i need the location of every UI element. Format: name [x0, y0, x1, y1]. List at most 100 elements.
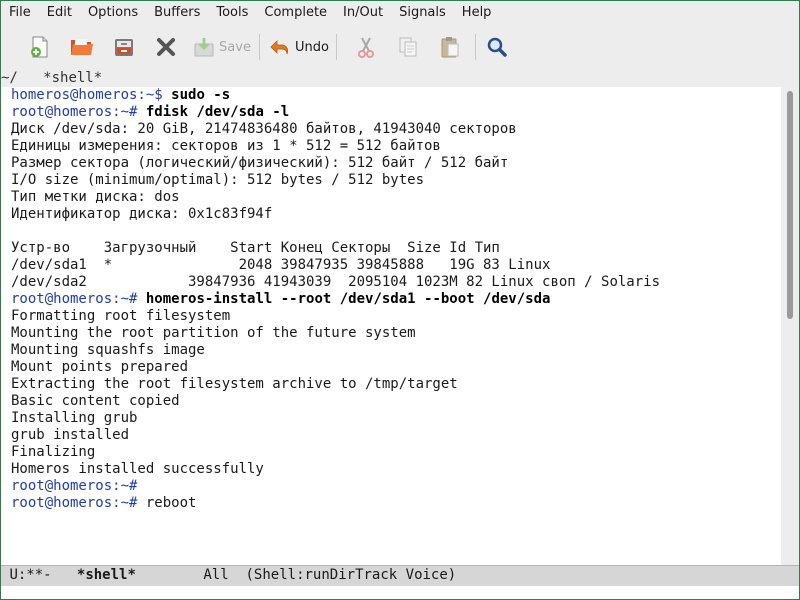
- output-text: /dev/sda2 39847936 41943039 2095104 1023…: [11, 274, 661, 290]
- output-text: Диск /dev/sda: 20 GiB, 21474836480 байто…: [11, 121, 517, 137]
- output-text: Basic content copied: [11, 393, 180, 409]
- open-file-button[interactable]: [67, 30, 97, 64]
- terminal-line: /dev/sda2 39847936 41943039 2095104 1023…: [11, 274, 660, 291]
- terminal-line: /dev/sda1 * 2048 39847935 39845888 19G 8…: [11, 257, 660, 274]
- close-buffer-button[interactable]: [151, 30, 181, 64]
- header-path: ~/: [1, 70, 18, 86]
- vertical-scrollbar[interactable]: [781, 87, 799, 565]
- emacs-window: File Edit Options Buffers Tools Complete…: [0, 0, 800, 600]
- terminal-line: I/O size (minimum/optimal): 512 bytes / …: [11, 172, 660, 189]
- menu-buffers[interactable]: Buffers: [146, 1, 208, 25]
- shell-command: sudo -s: [171, 87, 231, 103]
- terminal-line: Тип метки диска: dos: [11, 189, 660, 206]
- menu-help[interactable]: Help: [454, 1, 500, 25]
- terminal-line: Диск /dev/sda: 20 GiB, 21474836480 байто…: [11, 121, 660, 138]
- menu-edit[interactable]: Edit: [39, 1, 80, 25]
- save-label: Save: [219, 39, 251, 55]
- menu-file[interactable]: File: [1, 1, 39, 25]
- open-folder-icon: [69, 34, 95, 60]
- terminal-line: root@homeros:~# homeros-install --root /…: [11, 291, 660, 308]
- shell-prompt: homeros@homeros:~$: [11, 87, 163, 103]
- terminal-line: root@homeros:~# fdisk /dev/sda -l: [11, 104, 660, 121]
- terminal-line: Единицы измерения: секторов из 1 * 512 =…: [11, 138, 660, 155]
- copy-button[interactable]: [393, 30, 423, 64]
- menu-bar: File Edit Options Buffers Tools Complete…: [1, 1, 799, 25]
- close-x-icon: [153, 34, 179, 60]
- modeline-buffer-name[interactable]: *shell*: [77, 567, 136, 583]
- terminal-line: Finalizing: [11, 444, 660, 461]
- output-text: Homeros installed successfully: [11, 461, 264, 477]
- paste-button[interactable]: [435, 30, 465, 64]
- terminal-line: Installing grub: [11, 410, 660, 427]
- terminal-line: Mounting squashfs image: [11, 342, 660, 359]
- undo-label: Undo: [295, 39, 329, 55]
- shell-prompt: root@homeros:~#: [11, 104, 138, 120]
- terminal-line: Formatting root filesystem: [11, 308, 660, 325]
- menu-options[interactable]: Options: [80, 1, 146, 25]
- terminal-line: Extracting the root filesystem archive t…: [11, 376, 660, 393]
- output-text: I/O size (minimum/optimal): 512 bytes / …: [11, 172, 425, 188]
- shell-command: homeros-install --root /dev/sda1 --boot …: [145, 291, 551, 307]
- file-cabinet-icon: [111, 34, 137, 60]
- terminal-line: grub installed: [11, 427, 660, 444]
- search-icon: [484, 34, 510, 60]
- output-text: Formatting root filesystem: [11, 308, 231, 324]
- terminal-line: Mounting the root partition of the futur…: [11, 325, 660, 342]
- shell-command: reboot: [145, 495, 197, 511]
- terminal-line: root@homeros:~# reboot: [11, 495, 660, 512]
- terminal-line: Идентификатор диска: 0x1c83f94f: [11, 206, 660, 223]
- terminal-line: Basic content copied: [11, 393, 660, 410]
- output-text: Тип метки диска: dos: [11, 189, 180, 205]
- shell-prompt: root@homeros:~#: [11, 291, 138, 307]
- output-text: Extracting the root filesystem archive t…: [11, 376, 458, 392]
- undo-arrow-icon: [267, 34, 293, 60]
- shell-prompt: root@homeros:~#: [11, 495, 138, 511]
- toolbar-separator: [336, 34, 337, 60]
- modeline-status: U:**-: [9, 567, 52, 583]
- output-text: Installing grub: [11, 410, 138, 426]
- dired-button[interactable]: [109, 30, 139, 64]
- menu-complete[interactable]: Complete: [256, 1, 335, 25]
- output-text: grub installed: [11, 427, 130, 443]
- terminal-line: root@homeros:~#: [11, 478, 660, 495]
- terminal-line: homeros@homeros:~$ sudo -s: [11, 87, 660, 104]
- terminal-line: Mount points prepared: [11, 359, 660, 376]
- output-text: Mounting squashfs image: [11, 342, 205, 358]
- toolbar-separator: [259, 34, 260, 60]
- scissors-icon: [353, 34, 379, 60]
- terminal-output: homeros@homeros:~$ sudo -s root@homeros:~…: [11, 87, 660, 512]
- modeline-position: All: [203, 567, 229, 583]
- output-text: /dev/sda1 * 2048 39847935 39845888 19G 8…: [11, 257, 551, 273]
- output-text: Mounting the root partition of the futur…: [11, 325, 416, 341]
- search-button[interactable]: [482, 30, 512, 64]
- new-file-icon: [27, 34, 53, 60]
- terminal-line: Устр-во Загрузочный Start Конец Секторы …: [11, 240, 660, 257]
- terminal-line: Homeros installed successfully: [11, 461, 660, 478]
- menu-tools[interactable]: Tools: [208, 1, 256, 25]
- output-text: Размер сектора (логический/физический): …: [11, 155, 509, 171]
- terminal-line: Размер сектора (логический/физический): …: [11, 155, 660, 172]
- output-text: Единицы измерения: секторов из 1 * 512 =…: [11, 138, 441, 154]
- toolbar-separator: [475, 34, 476, 60]
- copy-icon: [395, 34, 421, 60]
- menu-signals[interactable]: Signals: [391, 1, 454, 25]
- undo-button[interactable]: Undo: [266, 30, 330, 64]
- modeline-mode[interactable]: (Shell:runDirTrack Voice): [246, 567, 457, 583]
- output-text: Mount points prepared: [11, 359, 189, 375]
- new-file-button[interactable]: [25, 30, 55, 64]
- cut-button[interactable]: [351, 30, 381, 64]
- toolbar: Save Undo: [1, 25, 799, 69]
- output-text: Устр-во Загрузочный Start Конец Секторы …: [11, 240, 500, 256]
- menu-inout[interactable]: In/Out: [335, 1, 391, 25]
- shell-prompt: root@homeros:~#: [11, 478, 138, 494]
- shell-command: fdisk /dev/sda -l: [145, 104, 290, 120]
- header-buffer-name: *shell*: [43, 70, 103, 86]
- minibuffer[interactable]: [1, 586, 799, 599]
- save-button[interactable]: Save: [189, 30, 253, 64]
- paste-icon: [437, 34, 463, 60]
- mode-line: U:**- *shell* All (Shell:runDirTrack Voi…: [1, 565, 799, 586]
- output-text: Finalizing: [11, 444, 96, 460]
- shell-buffer[interactable]: homeros@homeros:~$ sudo -s root@homeros:~…: [1, 87, 781, 565]
- scrollbar-thumb[interactable]: [787, 91, 793, 319]
